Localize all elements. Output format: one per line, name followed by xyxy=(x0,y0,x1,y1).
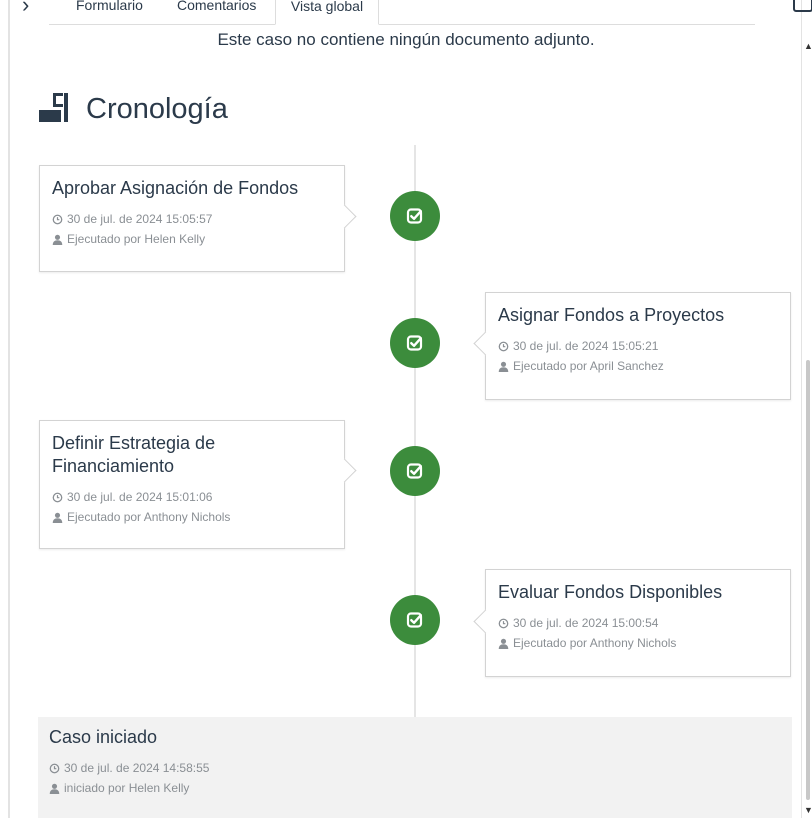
task-complete-icon xyxy=(406,208,423,224)
event-date: 30 de jul. de 2024 15:05:21 xyxy=(498,336,778,356)
scrollbar-thumb[interactable] xyxy=(806,360,810,800)
clock-icon xyxy=(498,341,509,351)
user-icon xyxy=(52,512,63,523)
event-user: Ejecutado por Helen Kelly xyxy=(52,229,332,249)
clock-icon xyxy=(498,618,509,628)
case-started-user-text: iniciado por Helen Kelly xyxy=(64,781,190,795)
event-title: Evaluar Fondos Disponibles xyxy=(498,582,723,602)
panel-border-right xyxy=(801,0,802,818)
user-icon xyxy=(52,234,63,245)
clock-icon xyxy=(49,763,60,773)
case-started-title: Caso iniciado xyxy=(49,727,158,747)
task-complete-badge xyxy=(390,191,440,241)
event-date-text: 30 de jul. de 2024 15:05:57 xyxy=(67,212,213,226)
user-icon xyxy=(498,361,509,372)
case-started-date: 30 de jul. de 2024 14:58:55 xyxy=(49,758,781,778)
timeline-event-card: Evaluar Fondos Disponibles 30 de jul. de… xyxy=(473,569,791,677)
event-user: Ejecutado por Anthony Nichols xyxy=(498,633,778,653)
event-title: Definir Estrategia de Financiamiento xyxy=(52,433,216,476)
chevron-icon[interactable]: › xyxy=(22,0,29,18)
card-pointer xyxy=(473,331,498,356)
no-documents-message: Este caso no contiene ningún documento a… xyxy=(217,30,595,49)
event-user-text: Ejecutado por Helen Kelly xyxy=(67,232,206,246)
card-pointer xyxy=(332,458,357,483)
timeline-title: Cronología xyxy=(86,93,228,125)
event-date: 30 de jul. de 2024 15:01:06 xyxy=(52,487,332,507)
user-icon xyxy=(49,783,60,794)
user-icon xyxy=(498,638,509,649)
event-date-text: 30 de jul. de 2024 15:00:54 xyxy=(513,616,659,630)
event-user-text: Ejecutado por April Sanchez xyxy=(513,359,664,373)
task-complete-icon xyxy=(406,463,423,479)
event-date-text: 30 de jul. de 2024 15:01:06 xyxy=(67,490,213,504)
timeline-event-card: Asignar Fondos a Proyectos 30 de jul. de… xyxy=(473,292,791,400)
event-title: Asignar Fondos a Proyectos xyxy=(498,305,725,325)
event-user: Ejecutado por Anthony Nichols xyxy=(52,507,332,527)
case-started-date-text: 30 de jul. de 2024 14:58:55 xyxy=(64,761,210,775)
event-user-text: Ejecutado por Anthony Nichols xyxy=(513,636,677,650)
timeline-icon xyxy=(39,93,69,123)
task-complete-badge xyxy=(390,318,440,368)
task-complete-icon xyxy=(406,612,423,628)
task-complete-badge xyxy=(390,446,440,496)
tab-vista-global[interactable]: Vista global xyxy=(275,0,379,25)
event-date-text: 30 de jul. de 2024 15:05:21 xyxy=(513,339,659,353)
scroll-down-icon[interactable]: ▼ xyxy=(804,806,812,815)
case-started-user: iniciado por Helen Kelly xyxy=(49,778,781,798)
task-complete-badge xyxy=(390,595,440,645)
tab-bar: Formulario Comentarios Vista global xyxy=(49,0,755,25)
card-pointer xyxy=(332,204,357,229)
case-started-panel: Caso iniciado 30 de jul. de 2024 14:58:5… xyxy=(38,717,792,818)
event-user: Ejecutado por April Sanchez xyxy=(498,356,778,376)
tab-formulario[interactable]: Formulario xyxy=(76,0,143,24)
timeline-event-card: Definir Estrategia de Financiamiento 30 … xyxy=(39,420,357,549)
event-user-text: Ejecutado por Anthony Nichols xyxy=(67,510,231,524)
card-pointer xyxy=(473,609,498,634)
clock-icon xyxy=(52,492,63,502)
window-icon[interactable] xyxy=(793,0,812,12)
clock-icon xyxy=(52,214,63,224)
event-date: 30 de jul. de 2024 15:05:57 xyxy=(52,209,332,229)
timeline-event-card: Aprobar Asignación de Fondos 30 de jul. … xyxy=(39,165,357,272)
event-date: 30 de jul. de 2024 15:00:54 xyxy=(498,613,778,633)
task-complete-icon xyxy=(406,335,423,351)
panel-border-left xyxy=(8,0,10,818)
tab-comentarios[interactable]: Comentarios xyxy=(177,0,256,24)
event-title: Aprobar Asignación de Fondos xyxy=(52,178,299,198)
